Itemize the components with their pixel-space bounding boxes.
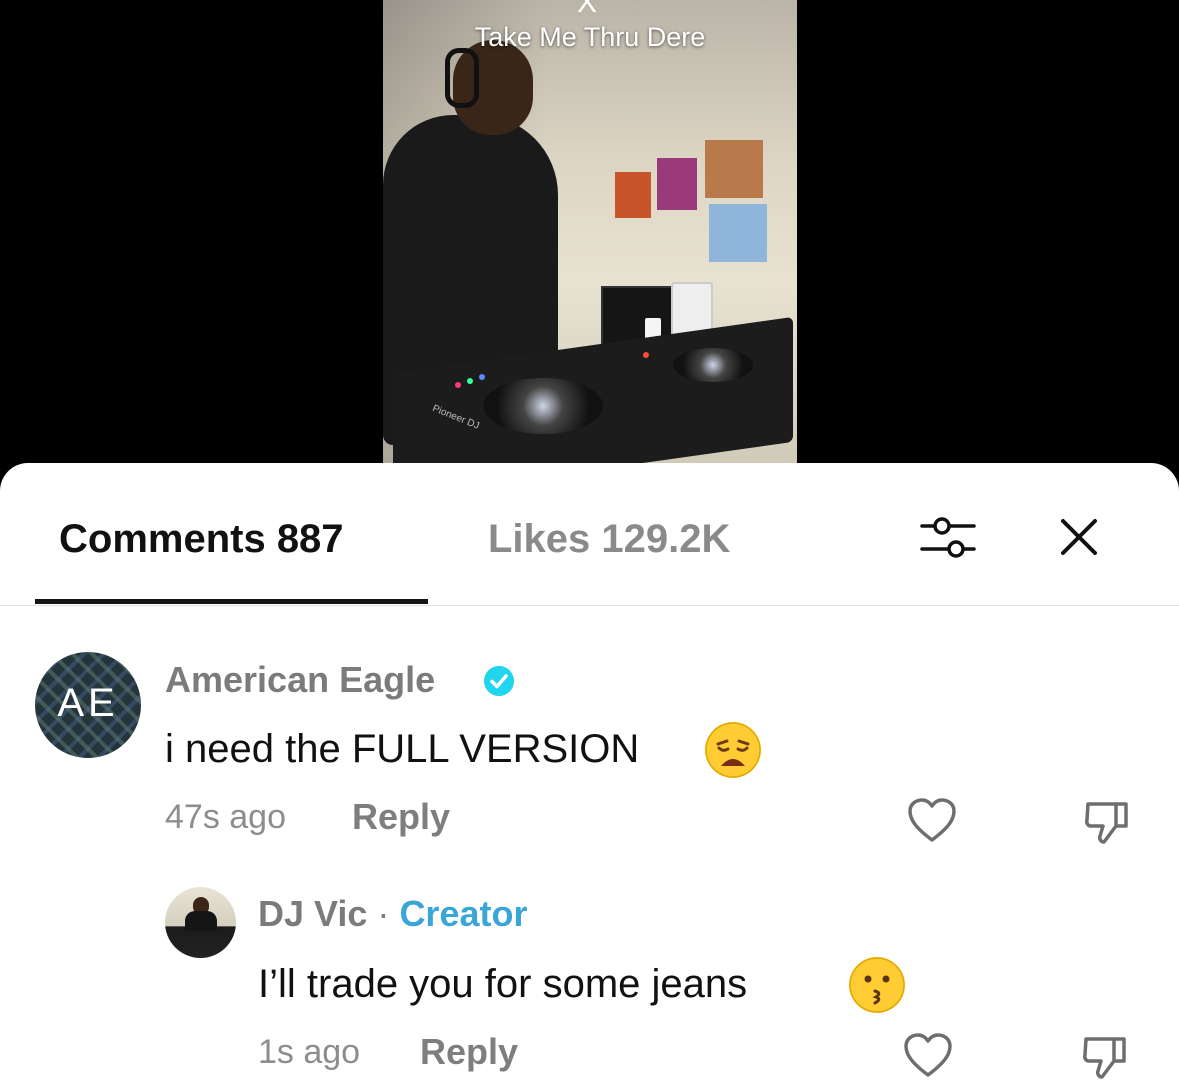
poster-4 — [709, 204, 767, 262]
dislike-icon[interactable] — [1080, 1033, 1132, 1081]
tab-comments[interactable]: Comments 887 — [59, 515, 344, 563]
avatar[interactable] — [165, 887, 236, 958]
pad-light — [643, 352, 649, 358]
active-tab-indicator — [35, 599, 428, 604]
poster-2 — [657, 158, 697, 210]
kissing-face-emoji-icon — [849, 957, 905, 1013]
video-caption: Take Me Thru Dere — [474, 22, 706, 52]
video-close-icon[interactable]: X — [577, 0, 597, 18]
comment-text: I’ll trade you for some jeans — [258, 962, 748, 1006]
headphone — [445, 48, 479, 108]
avatar-figure-body — [185, 911, 217, 931]
comment-text: i need the FULL VERSION — [165, 727, 640, 771]
dislike-icon[interactable] — [1082, 798, 1134, 846]
weary-face-emoji-icon — [705, 722, 761, 778]
name-separator: · — [377, 893, 390, 934]
poster-3 — [705, 140, 763, 198]
reply-button[interactable]: Reply — [420, 1031, 518, 1073]
verified-badge-icon — [484, 666, 514, 696]
creator-badge: Creator — [399, 893, 528, 934]
jog-wheel-right — [673, 348, 753, 382]
tabs-divider — [0, 605, 1179, 606]
pad-light — [455, 382, 461, 388]
poster-1 — [615, 172, 651, 218]
jog-wheel-left — [483, 378, 603, 434]
comment-username[interactable]: American Eagle — [165, 659, 435, 701]
comment-username[interactable]: DJ Vic — [258, 893, 367, 934]
avatar-initials: AE — [57, 681, 119, 725]
tab-likes[interactable]: Likes 129.2K — [488, 515, 730, 563]
comments-sheet: Comments 887 Likes 129.2K AE American Ea… — [0, 463, 1179, 1086]
pad-light — [467, 378, 473, 384]
comment-timestamp: 47s ago — [165, 798, 286, 836]
comment-timestamp: 1s ago — [258, 1033, 361, 1071]
reply-username-line: DJ Vic · Creator — [258, 893, 527, 935]
heart-icon[interactable] — [902, 1031, 954, 1079]
pad-light — [479, 374, 485, 380]
close-icon[interactable] — [1055, 513, 1103, 561]
sliders-icon[interactable] — [918, 513, 978, 563]
heart-icon[interactable] — [906, 796, 958, 844]
avatar[interactable]: AE — [35, 652, 141, 758]
video-preview[interactable]: Pioneer DJ X Take Me Thru Dere — [383, 0, 797, 470]
reply-button[interactable]: Reply — [352, 796, 450, 838]
